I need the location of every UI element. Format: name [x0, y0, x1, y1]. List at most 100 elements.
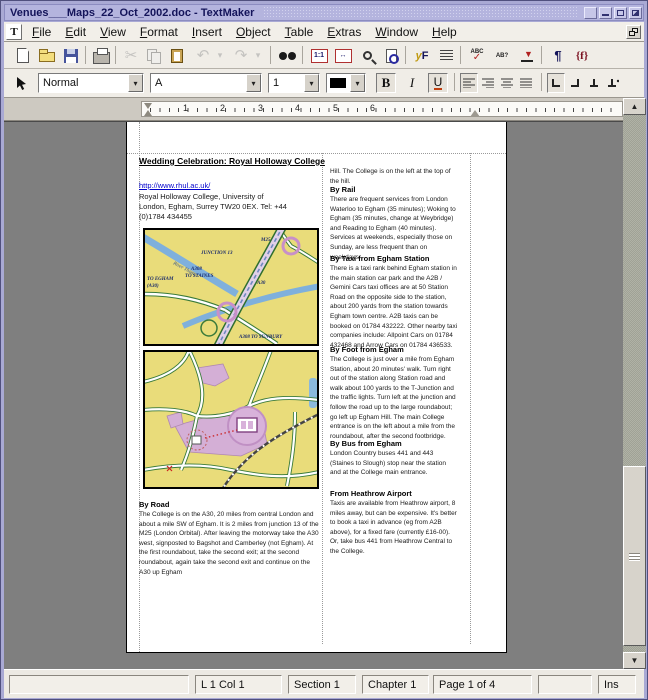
status-insert-mode[interactable]: Ins: [598, 675, 636, 694]
status-message-field: [9, 675, 189, 694]
bar-icon: [521, 60, 533, 62]
scrollbar-thumb[interactable]: [623, 466, 646, 646]
tab-left-button[interactable]: [547, 73, 565, 93]
fit-width-button[interactable]: ↔: [332, 45, 354, 66]
copy-icon: [147, 49, 161, 63]
tab-decimal-button[interactable]: [604, 73, 622, 93]
chevron-down-icon[interactable]: ▾: [128, 74, 143, 92]
ruler-row: 1 2 3 4 5 6: [4, 98, 623, 121]
new-button[interactable]: [12, 45, 34, 66]
menu-view[interactable]: View: [93, 23, 133, 41]
open-folder-icon: [39, 52, 55, 62]
first-line-indent-marker[interactable]: [144, 103, 152, 109]
down-arrow-icon: ▼: [631, 656, 639, 665]
shade-button[interactable]: [584, 7, 597, 19]
textmaker-doc-icon: T: [10, 26, 17, 38]
menu-format[interactable]: Format: [133, 23, 185, 41]
ruler-number: 3: [258, 103, 263, 113]
tab-center-button[interactable]: [585, 73, 603, 93]
right-indent-marker[interactable]: [470, 110, 480, 117]
show-fields-button[interactable]: {f}: [571, 45, 593, 66]
formatting-marks-button[interactable]: ¶: [547, 45, 569, 66]
menu-extras[interactable]: Extras: [320, 23, 368, 41]
align-right-button[interactable]: [479, 73, 497, 93]
chevron-down-icon: ▾: [256, 50, 261, 61]
print-button[interactable]: [90, 45, 112, 66]
hyperlink-rhul[interactable]: http://www.rhul.ac.uk/: [139, 181, 210, 190]
font-color-dropdown[interactable]: ▾: [326, 73, 366, 93]
close-button[interactable]: [629, 7, 642, 19]
font-value: A: [151, 74, 246, 92]
page-preview-button[interactable]: [380, 45, 402, 66]
underline-icon: U: [434, 77, 443, 90]
align-left-button[interactable]: [460, 73, 478, 93]
map-campus-image[interactable]: [143, 350, 319, 489]
pointer-arrow-icon: [14, 76, 27, 91]
center-tab-icon: [589, 78, 599, 88]
chevron-down-icon[interactable]: ▾: [304, 74, 319, 92]
status-bar: L 1 Col 1 Section 1 Chapter 1 Page 1 of …: [4, 669, 644, 698]
by-road-section: By Road The College is on the A30, 20 mi…: [139, 500, 321, 577]
document-page[interactable]: Wedding Celebration: Royal Holloway Coll…: [126, 122, 507, 653]
titlebar-pattern: [263, 6, 579, 19]
status-section: Section 1: [288, 675, 356, 694]
formatting-toolbar: Normal ▾ A ▾ 1 ▾ ▾ B I U: [4, 69, 644, 98]
style-combobox[interactable]: Normal ▾: [38, 73, 144, 93]
tab-right-button[interactable]: [566, 73, 584, 93]
left-indent-marker[interactable]: [144, 110, 152, 116]
heathrow-text: Taxis are available from Heathrow airpor…: [330, 499, 458, 557]
character-format-button[interactable]: yF: [411, 45, 433, 66]
spell-lookup-button[interactable]: AB?: [491, 45, 513, 66]
chevron-down-icon[interactable]: ▾: [350, 74, 365, 92]
find-button[interactable]: [276, 45, 298, 66]
paragraph-format-button[interactable]: [435, 45, 457, 66]
hyphenation-button[interactable]: ▼: [516, 45, 538, 66]
menu-window[interactable]: Window: [368, 23, 425, 41]
map-junction-image[interactable]: M25 JUNCTION 13 A30 A308 TO STAINES TO E…: [143, 228, 319, 346]
spellcheck-button[interactable]: ABC ✓: [466, 45, 488, 66]
underline-button[interactable]: U: [428, 73, 448, 93]
minimize-button[interactable]: [599, 7, 612, 19]
pointer-tool-button[interactable]: [10, 73, 30, 93]
scroll-up-button[interactable]: ▲: [623, 98, 646, 115]
map-label-junction: JUNCTION 13: [200, 251, 233, 256]
chevron-down-icon[interactable]: ▾: [246, 74, 261, 92]
menu-insert[interactable]: Insert: [185, 23, 229, 41]
pilcrow-icon: ¶: [554, 48, 561, 63]
italic-button[interactable]: I: [402, 73, 422, 93]
menu-object[interactable]: Object: [229, 23, 278, 41]
intro-continued-text: Hill. The College is on the left at the …: [330, 167, 458, 186]
zoom-button[interactable]: [356, 45, 378, 66]
field-braces-icon: {f}: [576, 50, 588, 62]
founders-building: [237, 418, 257, 432]
scroll-down-button[interactable]: ▼: [623, 652, 646, 669]
open-button[interactable]: [36, 45, 58, 66]
toolbar-separator: [541, 73, 542, 91]
copy-button: [143, 45, 165, 66]
align-justify-button[interactable]: [517, 73, 535, 93]
menu-file[interactable]: File: [25, 23, 58, 41]
by-rail-heading: By Rail: [330, 185, 458, 194]
bold-button[interactable]: B: [376, 73, 396, 93]
menu-edit[interactable]: Edit: [58, 23, 93, 41]
by-road-heading: By Road: [139, 500, 321, 509]
menu-table[interactable]: Table: [278, 23, 321, 41]
save-diskette-icon: [64, 49, 78, 63]
redo-icon: ↷: [235, 48, 248, 63]
vertical-scrollbar[interactable]: ▲ ▼: [623, 98, 646, 669]
save-button[interactable]: [60, 45, 82, 66]
page-preview-icon: [386, 49, 397, 63]
restore-document-button[interactable]: [626, 25, 641, 39]
menu-help[interactable]: Help: [425, 23, 464, 41]
align-center-button[interactable]: [498, 73, 516, 93]
undo-button: ↶: [192, 45, 214, 66]
font-combobox[interactable]: A ▾: [150, 73, 262, 93]
title-bar[interactable]: Venues___Maps_22_Oct_2002.doc - TextMake…: [4, 4, 644, 21]
document-system-button[interactable]: T: [6, 24, 22, 40]
standard-toolbar: ✂ ↶ ▾ ↷ ▾ 1:1 ↔ yF ABC ✓ AB? ▼: [4, 42, 644, 69]
align-left-icon: [463, 78, 475, 88]
maximize-button[interactable]: [614, 7, 627, 19]
zoom-100-button[interactable]: 1:1: [308, 45, 330, 66]
paste-button[interactable]: [166, 45, 188, 66]
font-size-combobox[interactable]: 1 ▾: [268, 73, 320, 93]
